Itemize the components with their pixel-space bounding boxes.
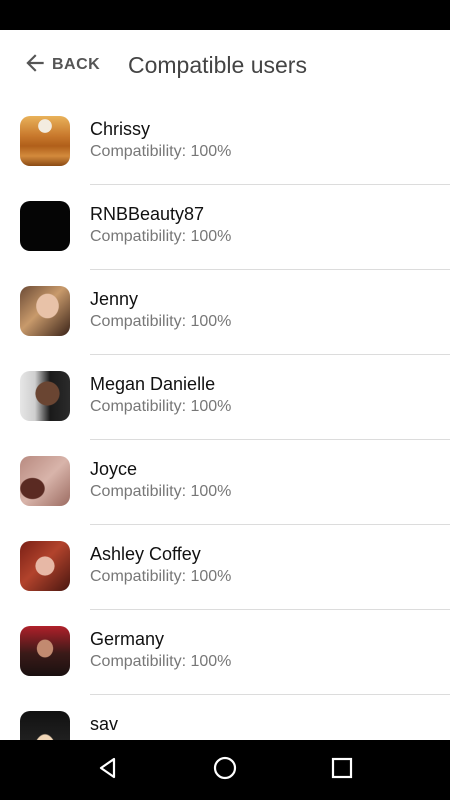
square-recents-icon bbox=[329, 755, 355, 786]
avatar[interactable] bbox=[20, 626, 70, 676]
compatibility-text: Compatibility: 100% bbox=[90, 228, 232, 245]
avatar[interactable] bbox=[20, 541, 70, 591]
compatibility-text: Compatibility: 100% bbox=[90, 313, 232, 330]
page-title: Compatible users bbox=[128, 52, 307, 78]
list-item[interactable]: RNBBeauty87 Compatibility: 100% bbox=[0, 185, 450, 270]
list-item[interactable]: Germany Compatibility: 100% bbox=[0, 610, 450, 695]
list-item[interactable]: Ashley Coffey Compatibility: 100% bbox=[0, 525, 450, 610]
user-name: Megan Danielle bbox=[90, 374, 216, 394]
compatibility-text: Compatibility: 100% bbox=[90, 653, 232, 670]
avatar[interactable] bbox=[20, 286, 70, 336]
arrow-left-icon bbox=[22, 50, 48, 81]
user-name: Joyce bbox=[90, 459, 138, 479]
list-item[interactable]: Jenny Compatibility: 100% bbox=[0, 270, 450, 355]
avatar[interactable] bbox=[20, 371, 70, 421]
user-name: Chrissy bbox=[90, 119, 151, 139]
compatibility-text: Compatibility: 100% bbox=[90, 483, 232, 500]
list-item[interactable]: sav bbox=[0, 695, 450, 740]
list-item[interactable]: Joyce Compatibility: 100% bbox=[0, 440, 450, 525]
triangle-back-icon bbox=[95, 755, 121, 786]
avatar[interactable] bbox=[20, 116, 70, 166]
back-label: BACK bbox=[52, 56, 101, 73]
nav-home-button[interactable] bbox=[205, 750, 245, 790]
user-name: RNBBeauty87 bbox=[90, 204, 205, 224]
status-bar bbox=[0, 0, 450, 30]
back-button[interactable]: BACK bbox=[22, 50, 100, 80]
compatibility-text: Compatibility: 100% bbox=[90, 143, 232, 160]
compatibility-text: Compatibility: 100% bbox=[90, 398, 232, 415]
user-list[interactable]: Chrissy Compatibility: 100% RNBBeauty87 … bbox=[0, 100, 450, 740]
circle-home-icon bbox=[212, 755, 238, 786]
list-item[interactable]: Chrissy Compatibility: 100% bbox=[0, 100, 450, 185]
list-item[interactable]: Megan Danielle Compatibility: 100% bbox=[0, 355, 450, 440]
system-nav-bar bbox=[0, 740, 450, 800]
avatar[interactable] bbox=[20, 201, 70, 251]
user-name: Jenny bbox=[90, 289, 139, 309]
user-name: Germany bbox=[90, 629, 165, 649]
app-header: BACK Compatible users bbox=[0, 30, 450, 100]
user-name: Ashley Coffey bbox=[90, 544, 201, 564]
nav-back-button[interactable] bbox=[88, 750, 128, 790]
compatibility-text: Compatibility: 100% bbox=[90, 568, 232, 585]
avatar[interactable] bbox=[20, 711, 70, 740]
avatar[interactable] bbox=[20, 456, 70, 506]
user-name: sav bbox=[90, 714, 119, 734]
nav-recents-button[interactable] bbox=[322, 750, 362, 790]
